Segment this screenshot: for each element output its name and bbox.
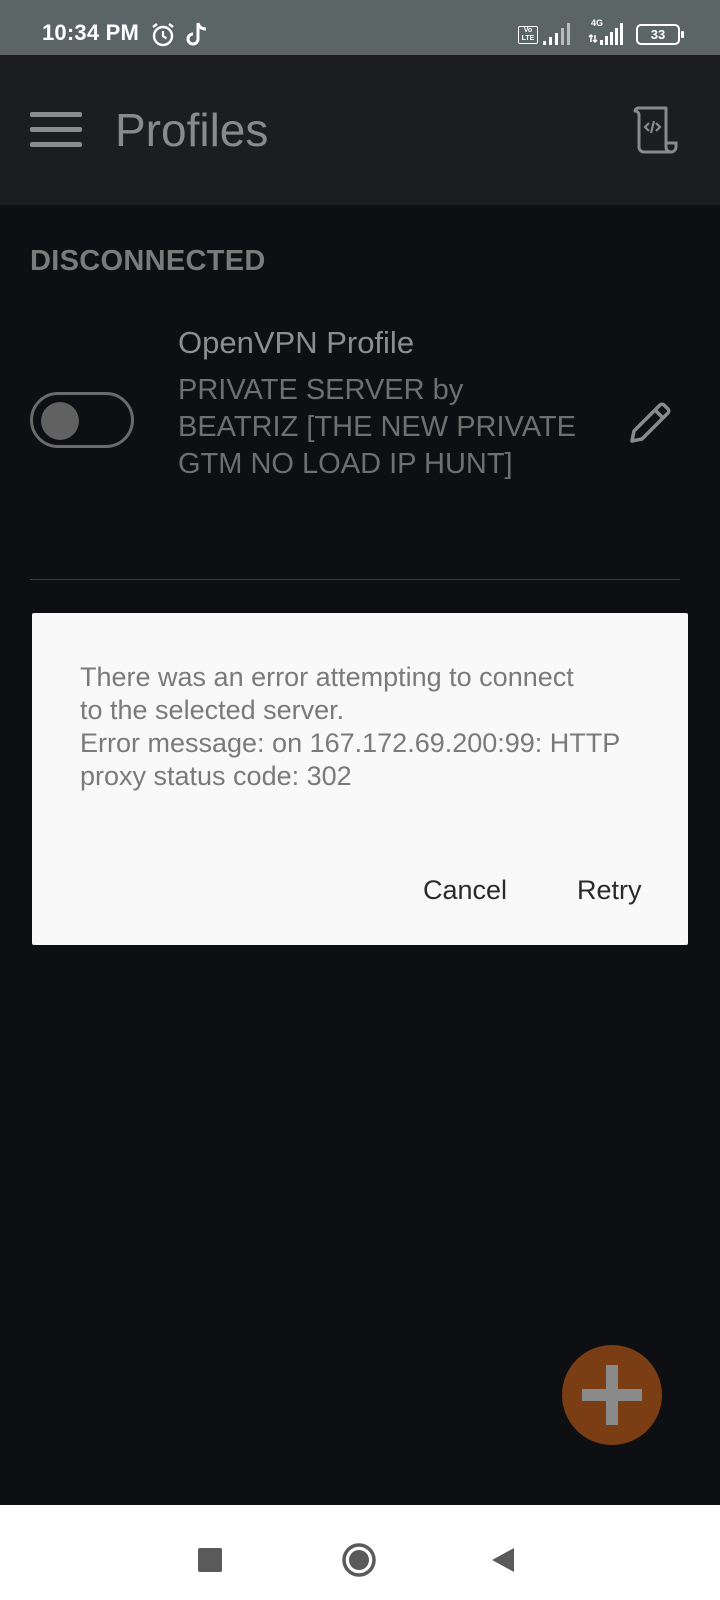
dialog-message-line: There was an error attempting to connect [80,662,574,692]
volte-label: Vo LTE [521,27,535,42]
retry-button[interactable]: Retry [577,875,642,906]
cancel-button[interactable]: Cancel [423,875,507,906]
back-icon[interactable] [490,1546,516,1574]
recent-apps-icon[interactable] [198,1548,222,1572]
tiktok-icon [186,22,207,46]
home-icon[interactable] [341,1542,377,1578]
signal-icon [543,23,570,45]
hamburger-menu-icon[interactable] [30,110,84,150]
add-profile-button[interactable] [562,1345,662,1445]
toggle-knob [41,402,79,440]
list-divider [30,579,680,580]
status-bar: 10:34 PM Vo LTE 4G 33 [0,0,720,55]
profile-toggle[interactable] [30,392,134,448]
app-bar: Profiles [0,55,720,205]
dialog-message: There was an error attempting to connect… [80,661,640,793]
battery-icon: 33 [636,24,684,45]
dialog-message-line: to the selected server. [80,695,345,725]
volte-icon: Vo LTE [518,26,538,44]
battery-level: 33 [650,27,666,42]
connection-status-header: DISCONNECTED [30,245,266,277]
error-dialog: There was an error attempting to connect… [32,613,688,945]
pencil-icon[interactable] [624,397,676,449]
navigation-bar [0,1505,720,1600]
status-time: 10:34 PM [42,20,139,45]
dialog-message-line: Error message: on 167.172.69.200:99: HTT… [80,728,621,758]
profile-description[interactable]: PRIVATE SERVER by BEATRIZ [THE NEW PRIVA… [178,372,588,483]
log-scroll-icon[interactable] [628,105,680,155]
page-title: Profiles [115,104,269,156]
alarm-icon [152,23,174,47]
profile-name[interactable]: OpenVPN Profile [178,325,414,361]
dialog-message-line: proxy status code: 302 [80,761,352,791]
4g-signal-icon [588,23,623,45]
